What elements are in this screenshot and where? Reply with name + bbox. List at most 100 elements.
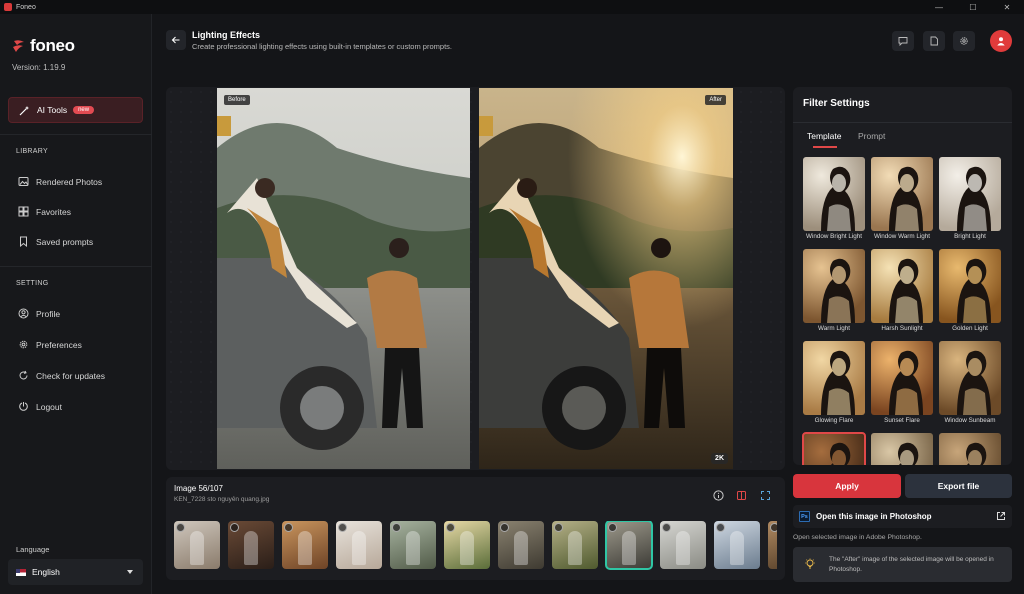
sidebar-divider xyxy=(0,266,152,267)
sidebar-item-logout[interactable]: Logout xyxy=(18,401,62,412)
thumbnail[interactable] xyxy=(498,521,544,569)
template-preview xyxy=(871,341,933,415)
preview-canvas: Before After 2K xyxy=(166,87,785,470)
us-flag-icon xyxy=(16,568,26,576)
thumbnail-checkbox[interactable] xyxy=(392,523,401,532)
template-card[interactable]: Warm Light xyxy=(803,249,865,332)
thumbnail[interactable] xyxy=(768,521,777,569)
thumbnail-checkbox[interactable] xyxy=(284,523,293,532)
template-card[interactable]: Harsh Sunlight xyxy=(871,249,933,332)
sidebar-item-label: Favorites xyxy=(36,206,71,217)
thumbnail-checkbox[interactable] xyxy=(500,523,509,532)
template-card[interactable]: Window Sunbeam xyxy=(939,341,1001,424)
thumbnail[interactable] xyxy=(174,521,220,569)
lightbulb-icon xyxy=(805,558,815,569)
sidebar-item-label: Saved prompts xyxy=(36,236,94,247)
sidebar: foneo Version: 1.19.9 AI Tools new LIBRA… xyxy=(0,14,152,594)
template-grid: Window Bright Light Window Warm Light Brig… xyxy=(802,157,1003,465)
maximize-button[interactable]: ☐ xyxy=(956,0,990,14)
template-label: Harsh Sunlight xyxy=(881,325,923,332)
thumbnail-checkbox[interactable] xyxy=(770,523,777,532)
thumbnail[interactable] xyxy=(714,521,760,569)
sidebar-item-label: Profile xyxy=(36,308,61,319)
avatar[interactable] xyxy=(990,30,1012,52)
template-card[interactable]: Bright Light xyxy=(939,157,1001,240)
template-card[interactable]: Golden Light xyxy=(939,249,1001,332)
thumbnail-checkbox[interactable] xyxy=(176,523,185,532)
thumbnail-checkbox[interactable] xyxy=(608,523,617,532)
template-preview xyxy=(803,157,865,231)
tab-template[interactable]: Template xyxy=(807,131,842,141)
feedback-button[interactable] xyxy=(892,31,914,51)
template-card[interactable]: Sunset Flare xyxy=(871,341,933,424)
gear-icon xyxy=(18,339,29,350)
sidebar-item-favorites[interactable]: Favorites xyxy=(18,206,71,217)
page-subtitle: Create professional lighting effects usi… xyxy=(192,42,452,51)
template-card[interactable] xyxy=(802,432,866,465)
sidebar-item-profile[interactable]: Profile xyxy=(18,308,60,319)
sidebar-item-rendered-photos[interactable]: Rendered Photos xyxy=(18,176,102,187)
thumbnail-checkbox[interactable] xyxy=(446,523,455,532)
minimize-button[interactable]: — xyxy=(922,0,956,14)
gear-icon xyxy=(960,37,968,45)
document-button[interactable] xyxy=(923,31,945,51)
template-card[interactable]: Window Warm Light xyxy=(871,157,933,240)
thumbnail-figure xyxy=(190,531,204,565)
thumbnail[interactable] xyxy=(282,521,328,569)
thumbnail[interactable] xyxy=(444,521,490,569)
sidebar-item-label: Rendered Photos xyxy=(36,176,103,187)
before-image: Before xyxy=(217,88,470,469)
thumbnail-figure xyxy=(676,531,690,565)
settings-button[interactable] xyxy=(953,31,975,51)
template-preview xyxy=(939,249,1001,323)
template-preview xyxy=(871,157,933,231)
template-preview xyxy=(803,249,865,323)
thumbnail-strip[interactable] xyxy=(174,521,777,571)
filter-settings-title: Filter Settings xyxy=(803,98,870,109)
thumbnail[interactable] xyxy=(336,521,382,569)
setting-heading: SETTING xyxy=(16,280,49,287)
sidebar-item-saved-prompts[interactable]: Saved prompts xyxy=(18,236,93,247)
thumbnail-checkbox[interactable] xyxy=(662,523,671,532)
template-card[interactable] xyxy=(871,433,933,465)
thumbnail[interactable] xyxy=(552,521,598,569)
page-title: Lighting Effects xyxy=(192,30,260,40)
image-counter: Image 56/107 xyxy=(174,484,223,493)
window-titlebar: Foneo — ☐ ✕ xyxy=(0,0,1024,14)
close-button[interactable]: ✕ xyxy=(990,0,1024,14)
info-button[interactable] xyxy=(710,487,726,503)
new-badge: new xyxy=(73,106,95,114)
sidebar-item-label: AI Tools xyxy=(37,105,68,115)
thumbnail[interactable] xyxy=(390,521,436,569)
thumbnail-checkbox[interactable] xyxy=(230,523,239,532)
thumbnail-checkbox[interactable] xyxy=(716,523,725,532)
tab-prompt[interactable]: Prompt xyxy=(858,131,885,141)
logo: foneo xyxy=(12,36,75,56)
template-card[interactable] xyxy=(939,433,1001,465)
template-card[interactable]: Glowing Flare xyxy=(803,341,865,424)
sidebar-item-label: Logout xyxy=(36,401,62,412)
thumbnail-checkbox[interactable] xyxy=(554,523,563,532)
apply-button[interactable]: Apply xyxy=(793,474,901,498)
fullscreen-button[interactable] xyxy=(757,487,773,503)
bookmark-icon xyxy=(18,236,29,247)
thumbnail[interactable] xyxy=(228,521,274,569)
language-select[interactable]: English xyxy=(8,559,143,585)
thumbnail-checkbox[interactable] xyxy=(338,523,347,532)
library-heading: LIBRARY xyxy=(16,148,48,155)
template-card[interactable]: Window Bright Light xyxy=(803,157,865,240)
template-preview xyxy=(871,249,933,323)
sidebar-item-check-for-updates[interactable]: Check for updates xyxy=(18,370,105,381)
thumbnail[interactable] xyxy=(605,521,653,570)
sidebar-item-ai-tools[interactable]: AI Tools new xyxy=(8,97,143,123)
sidebar-item-preferences[interactable]: Preferences xyxy=(18,339,82,350)
thumbnail[interactable] xyxy=(660,521,706,569)
sidebar-divider xyxy=(0,134,152,135)
before-tag: Before xyxy=(224,95,250,105)
export-file-button[interactable]: Export file xyxy=(905,474,1012,498)
compare-split-button[interactable] xyxy=(733,487,749,503)
back-button[interactable] xyxy=(166,30,186,50)
open-in-photoshop-button[interactable]: Ps Open this image in Photoshop xyxy=(793,505,1012,528)
resolution-badge: 2K xyxy=(711,453,728,464)
thumbnail-figure xyxy=(514,531,528,565)
